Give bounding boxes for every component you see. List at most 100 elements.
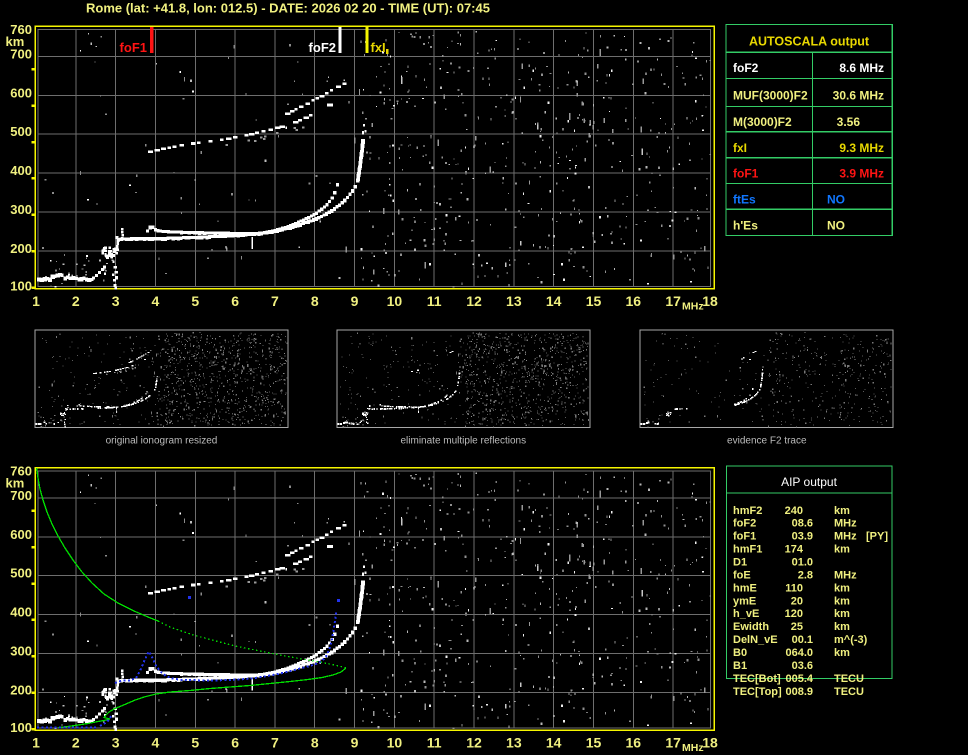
- svg-text:km: km: [834, 505, 850, 517]
- svg-text:NO: NO: [827, 219, 845, 233]
- svg-text:00.1: 00.1: [792, 634, 813, 646]
- svg-text:01.0: 01.0: [792, 557, 813, 569]
- svg-text:h'Es: h'Es: [733, 219, 758, 233]
- svg-text:MHz: MHz: [682, 742, 704, 754]
- svg-text:14: 14: [546, 293, 562, 309]
- svg-text:foF1: foF1: [733, 167, 759, 181]
- svg-text:B0: B0: [733, 647, 747, 659]
- svg-text:2: 2: [72, 293, 80, 309]
- svg-text:400: 400: [10, 163, 32, 178]
- svg-text:h_vE: h_vE: [733, 608, 759, 620]
- svg-text:03.9: 03.9: [792, 531, 813, 543]
- svg-text:110: 110: [785, 582, 803, 594]
- svg-text:AIP output: AIP output: [781, 475, 837, 489]
- svg-text:15: 15: [586, 734, 602, 750]
- svg-text:MHz: MHz: [682, 301, 704, 313]
- svg-text:9.3 MHz: 9.3 MHz: [839, 141, 884, 155]
- svg-text:11: 11: [427, 734, 442, 750]
- svg-text:AUTOSCALA output: AUTOSCALA output: [749, 35, 870, 49]
- svg-text:120: 120: [785, 608, 803, 620]
- svg-text:1: 1: [32, 293, 40, 309]
- svg-text:foF2: foF2: [309, 40, 336, 55]
- svg-text:100: 100: [10, 279, 32, 294]
- svg-text:300: 300: [10, 643, 32, 658]
- svg-text:005.4: 005.4: [785, 673, 813, 685]
- svg-text:hmF1: hmF1: [733, 544, 762, 556]
- svg-text:03.6: 03.6: [792, 660, 813, 672]
- svg-text:3: 3: [112, 734, 120, 750]
- svg-text:10: 10: [387, 293, 403, 309]
- svg-text:3.56: 3.56: [837, 115, 861, 129]
- svg-text:3: 3: [112, 293, 120, 309]
- svg-text:10: 10: [387, 734, 403, 750]
- svg-text:3.9 MHz: 3.9 MHz: [839, 167, 884, 181]
- svg-text:2.8: 2.8: [798, 569, 813, 581]
- svg-text:5: 5: [191, 734, 199, 750]
- svg-text:MHz: MHz: [834, 531, 857, 543]
- svg-text:16: 16: [626, 734, 642, 750]
- svg-text:km: km: [834, 544, 850, 556]
- svg-text:15: 15: [586, 293, 602, 309]
- svg-text:13: 13: [506, 293, 522, 309]
- svg-text:TECU: TECU: [834, 686, 864, 698]
- svg-text:original ionogram resized: original ionogram resized: [106, 436, 218, 447]
- svg-text:[PY]: [PY]: [866, 531, 888, 543]
- svg-text:17: 17: [665, 734, 681, 750]
- svg-text:foF2: foF2: [733, 518, 756, 530]
- svg-text:500: 500: [10, 566, 32, 581]
- svg-text:Rome (lat: +41.8, lon: 012.5): Rome (lat: +41.8, lon: 012.5) - DATE: 20…: [86, 1, 490, 16]
- svg-text:600: 600: [10, 85, 32, 100]
- svg-text:11: 11: [427, 293, 442, 309]
- svg-text:600: 600: [10, 527, 32, 542]
- svg-text:ftEs: ftEs: [733, 193, 756, 207]
- svg-text:7: 7: [271, 293, 279, 309]
- svg-text:8.6 MHz: 8.6 MHz: [839, 61, 884, 75]
- svg-text:TEC[Top]: TEC[Top]: [733, 686, 782, 698]
- svg-text:foE: foE: [733, 569, 751, 581]
- svg-text:TECU: TECU: [834, 673, 864, 685]
- svg-text:6: 6: [231, 293, 239, 309]
- svg-text:MHz: MHz: [834, 569, 857, 581]
- svg-text:18: 18: [702, 734, 718, 750]
- svg-text:TEC[Bot]: TEC[Bot]: [733, 673, 781, 685]
- svg-text:km: km: [834, 608, 850, 620]
- svg-text:DelN_vE: DelN_vE: [733, 634, 778, 646]
- svg-text:12: 12: [466, 293, 482, 309]
- svg-text:2: 2: [72, 734, 80, 750]
- svg-text:4: 4: [152, 734, 160, 750]
- svg-text:17: 17: [665, 293, 681, 309]
- svg-text:MUF(3000)F2: MUF(3000)F2: [733, 89, 808, 103]
- svg-text:km: km: [834, 647, 850, 659]
- svg-text:D1: D1: [733, 557, 747, 569]
- svg-text:km: km: [6, 476, 25, 491]
- svg-text:8: 8: [311, 293, 319, 309]
- svg-text:500: 500: [10, 124, 32, 139]
- svg-text:300: 300: [10, 202, 32, 217]
- svg-text:5: 5: [191, 293, 199, 309]
- svg-text:12: 12: [466, 734, 482, 750]
- svg-text:km: km: [6, 34, 25, 49]
- svg-text:16: 16: [626, 293, 642, 309]
- svg-text:064.0: 064.0: [785, 647, 813, 659]
- svg-text:30.6 MHz: 30.6 MHz: [833, 89, 884, 103]
- svg-text:MHz: MHz: [834, 518, 857, 530]
- svg-text:8: 8: [311, 734, 319, 750]
- svg-text:08.6: 08.6: [792, 518, 813, 530]
- svg-text:4: 4: [152, 293, 160, 309]
- svg-text:1: 1: [32, 734, 40, 750]
- svg-text:Ewidth: Ewidth: [733, 621, 769, 633]
- svg-text:9: 9: [351, 734, 359, 750]
- svg-text:6: 6: [231, 734, 239, 750]
- svg-text:m^(-3): m^(-3): [834, 634, 868, 646]
- svg-text:km: km: [834, 582, 850, 594]
- svg-text:200: 200: [10, 682, 32, 697]
- svg-text:25: 25: [791, 621, 803, 633]
- svg-text:200: 200: [10, 241, 32, 256]
- svg-text:km: km: [834, 595, 850, 607]
- svg-text:18: 18: [702, 293, 718, 309]
- svg-text:eliminate multiple reflections: eliminate multiple reflections: [400, 436, 526, 447]
- svg-text:9: 9: [351, 293, 359, 309]
- svg-text:008.9: 008.9: [785, 686, 813, 698]
- svg-text:240: 240: [785, 505, 803, 517]
- svg-text:14: 14: [546, 734, 562, 750]
